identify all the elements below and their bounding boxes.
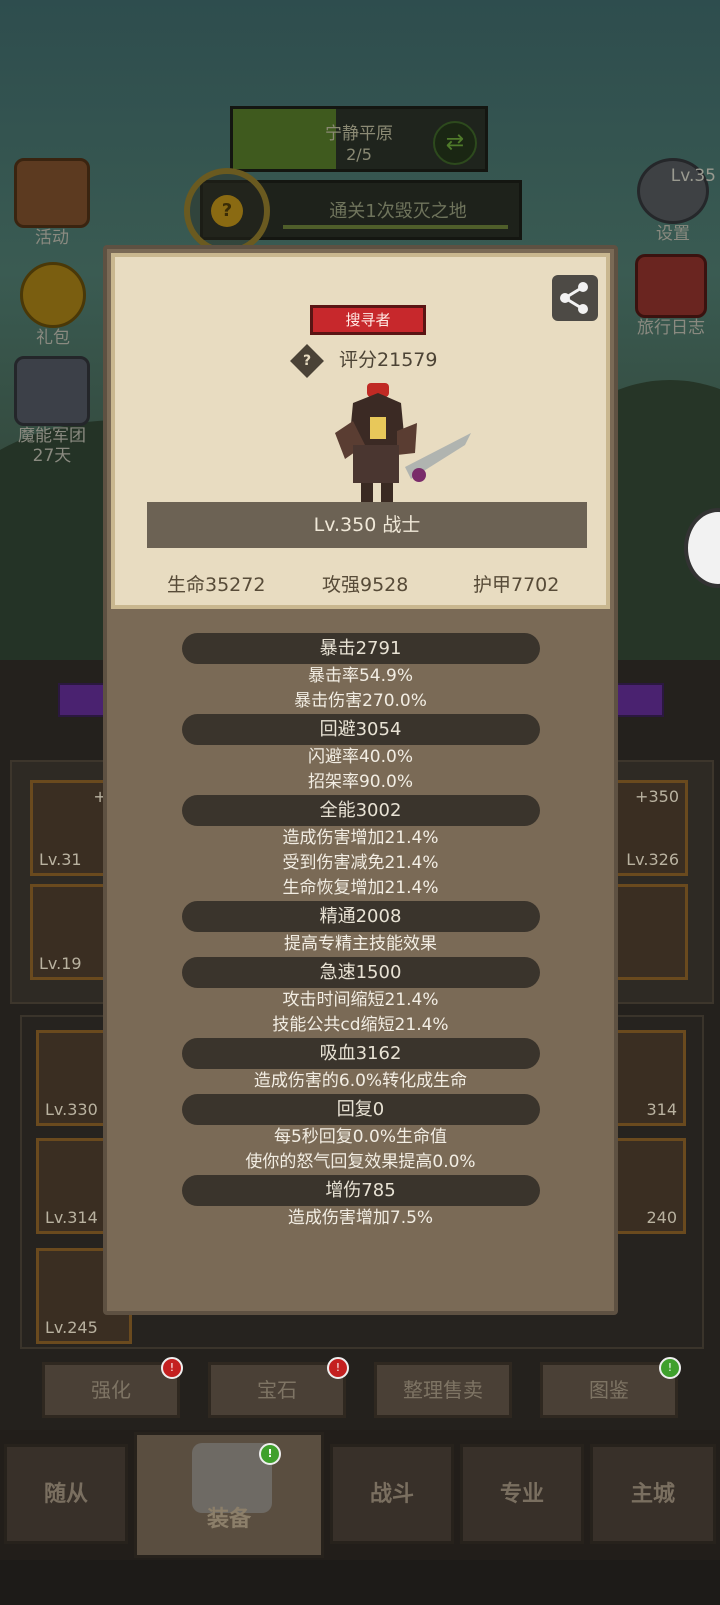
slot-level: Lv.314	[45, 1208, 98, 1227]
slot-level: 314	[646, 1100, 677, 1119]
attribute-line: 暴击率54.9%	[307, 666, 413, 686]
share-icon	[560, 282, 588, 314]
attribute-line: 暴击伤害270.0%	[294, 691, 427, 711]
codex-button[interactable]: 图鉴 !	[540, 1357, 681, 1418]
tab-label: 主城	[630, 1482, 675, 1507]
legion-label: 魔能军团	[18, 426, 86, 446]
attribute-header: 暴击2791	[181, 633, 540, 664]
role-tag: 搜寻者	[310, 305, 426, 335]
tab-label: 装备	[206, 1507, 251, 1532]
swap-stage-icon[interactable]: ⇄	[433, 121, 477, 165]
attribute-header: 急速1500	[181, 957, 540, 988]
attribute-line: 使你的怒气回复效果提高0.0%	[245, 1152, 476, 1172]
slot-level: Lv.330	[45, 1100, 98, 1119]
tab-label: 专业	[499, 1482, 544, 1507]
attribute-line: 闪避率40.0%	[307, 747, 413, 767]
legion-shield-icon	[14, 356, 90, 426]
stat-hp: 生命35272	[167, 574, 266, 596]
tab-followers[interactable]: 随从	[4, 1444, 128, 1544]
gift-coin-icon	[20, 262, 86, 328]
sort-sell-label: 整理售卖	[403, 1378, 483, 1402]
journal-label: 旅行日志	[637, 318, 705, 338]
tab-equipment[interactable]: 装备 !	[134, 1432, 324, 1558]
quest-ring[interactable]: ?	[184, 168, 270, 254]
event-book-icon	[14, 158, 90, 228]
journal-button[interactable]: 旅行日志	[622, 254, 720, 338]
attribute-line: 招架率90.0%	[307, 772, 413, 792]
codex-label: 图鉴	[589, 1378, 629, 1402]
gift-button[interactable]: 礼包	[20, 262, 86, 348]
tab-main-city[interactable]: 主城	[590, 1444, 716, 1544]
slot-level: 240	[646, 1208, 677, 1227]
settings-button[interactable]: 设置 Lv.35	[626, 158, 720, 244]
purple-bar	[612, 683, 664, 717]
attribute-header: 全能3002	[181, 795, 540, 826]
attribute-line: 每5秒回复0.0%生命值	[273, 1127, 447, 1147]
attribute-header: 精通2008	[181, 901, 540, 932]
question-icon: ?	[211, 195, 243, 227]
stat-armor: 护甲7702	[473, 574, 560, 596]
stage-progress[interactable]: 宁静平原 2/5 ⇄	[230, 106, 488, 172]
question-diamond-icon[interactable]: ?	[290, 343, 324, 378]
attribute-line: 攻击时间缩短21.4%	[282, 990, 439, 1010]
attribute-header: 吸血3162	[181, 1038, 540, 1069]
share-button[interactable]	[552, 275, 598, 321]
attribute-line: 受到伤害减免21.4%	[282, 853, 439, 873]
settings-label: 设置	[656, 224, 690, 244]
character-detail-popup: 搜寻者 ? 评分21579 Lv.350 战士 生命35272 攻强9528 护…	[103, 245, 618, 1315]
stat-attack: 攻强9528	[322, 574, 409, 596]
score-row: ? 评分21579	[290, 343, 438, 378]
base-stats: 生命35272 攻强9528 护甲7702	[115, 562, 606, 602]
attribute-header: 回复0	[181, 1094, 540, 1125]
enhance-label: 强化	[91, 1378, 131, 1402]
attribute-line: 造成伤害增加21.4%	[282, 828, 439, 848]
attribute-line: 生命恢复增加21.4%	[282, 878, 439, 898]
quest-text: 通关1次毁灭之地	[329, 201, 467, 222]
attribute-list: 暴击2791 暴击率54.9% 暴击伤害270.0% 回避3054 闪避率40.0% 招架…	[107, 633, 614, 1231]
journal-book-icon	[635, 254, 707, 318]
attribute-line: 提高专精主技能效果	[284, 934, 437, 954]
attribute-line: 造成伤害增加7.5%	[287, 1208, 434, 1228]
slot-level: Lv.326	[626, 850, 679, 869]
alert-badge-icon: !	[327, 1357, 349, 1379]
tab-label: 战斗	[369, 1482, 414, 1507]
slot-level: Lv.31	[39, 850, 82, 869]
gem-button[interactable]: 宝石 !	[208, 1357, 349, 1418]
tab-label: 随从	[43, 1482, 88, 1507]
settings-level-overlay: Lv.35	[670, 166, 716, 186]
legion-days: 27天	[32, 446, 72, 466]
event-label: 活动	[35, 228, 69, 248]
gem-label: 宝石	[257, 1378, 297, 1402]
alert-badge-icon: !	[161, 1357, 183, 1379]
enhance-button[interactable]: 强化 !	[42, 1357, 183, 1418]
character-card: 搜寻者 ? 评分21579 Lv.350 战士 生命35272 攻强9528 护…	[111, 253, 610, 609]
event-button[interactable]: 活动	[14, 158, 90, 248]
tab-profession[interactable]: 专业	[460, 1444, 584, 1544]
alert-badge-icon: !	[659, 1357, 681, 1379]
gift-label: 礼包	[36, 328, 70, 348]
level-bar: Lv.350 战士	[147, 502, 587, 548]
quest-progress-bar	[283, 225, 508, 229]
tab-battle[interactable]: 战斗	[330, 1444, 454, 1544]
legion-button[interactable]: 魔能军团 27天	[14, 356, 90, 466]
attribute-header: 回避3054	[181, 714, 540, 745]
score-label: 评分21579	[339, 349, 438, 371]
attribute-line: 技能公共cd缩短21.4%	[272, 1015, 449, 1035]
attribute-line: 造成伤害的6.0%转化成生命	[253, 1071, 468, 1091]
slot-plus: +350	[635, 787, 679, 806]
alert-badge-icon: !	[259, 1443, 281, 1465]
bottom-nav: 随从 装备 ! 战斗 专业 主城	[0, 1430, 720, 1560]
sort-sell-button[interactable]: 整理售卖	[374, 1362, 512, 1418]
slot-level: Lv.19	[39, 954, 82, 973]
attribute-header: 增伤785	[181, 1175, 540, 1206]
slot-level: Lv.245	[45, 1318, 98, 1337]
warrior-portrait	[335, 383, 471, 505]
